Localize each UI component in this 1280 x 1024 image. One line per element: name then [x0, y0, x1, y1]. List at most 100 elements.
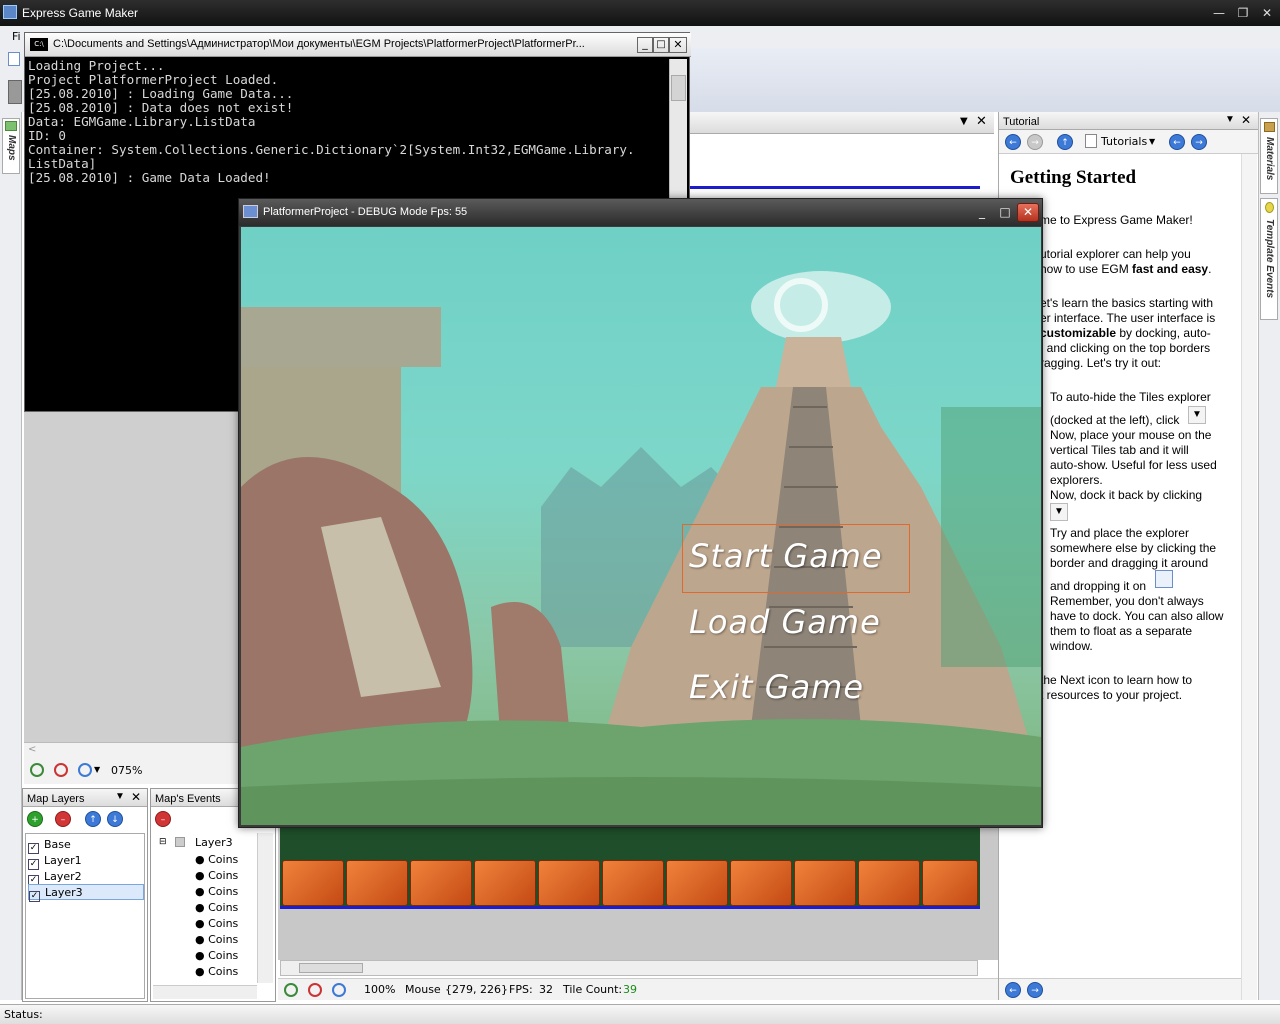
zoom-reset-icon[interactable] — [78, 763, 92, 777]
layer-node-icon — [175, 837, 185, 847]
new-file-icon[interactable] — [8, 52, 20, 66]
map-doc-header: ▼ ✕ — [690, 112, 994, 134]
database-icon[interactable] — [8, 80, 22, 104]
layer-checkbox[interactable]: ✓ — [28, 843, 39, 854]
file-menu[interactable]: Fi — [12, 30, 21, 43]
event-item[interactable]: ● Coins — [195, 869, 238, 882]
event-item[interactable]: ● Coins — [195, 965, 238, 978]
tutorials-dropdown[interactable]: Tutorials — [1101, 135, 1147, 148]
tutorial-step: Now, place your mouse on the — [1050, 428, 1212, 442]
zoom-reset-icon[interactable] — [332, 983, 346, 997]
console-maximize-button[interactable]: □ — [653, 37, 669, 53]
dropdown-arrow-icon[interactable]: ▼ — [1149, 137, 1155, 146]
event-item[interactable]: ● Coins — [195, 933, 238, 946]
app-title: Express Game Maker — [22, 6, 139, 20]
temple-background — [241, 271, 1041, 825]
tutorial-step: vertical Tiles tab and it will — [1050, 443, 1189, 457]
materials-tab[interactable]: Materials — [1260, 118, 1278, 194]
maps-tab[interactable]: Maps — [2, 118, 20, 174]
tutorial-step: explorers. — [1050, 473, 1103, 487]
map-layers-header: Map Layers ▼ ✕ — [23, 789, 147, 807]
home-up-icon[interactable]: ↑ — [1057, 134, 1073, 150]
layers-close-icon[interactable]: ✕ — [131, 790, 141, 804]
doc-close-icon[interactable]: ✕ — [976, 114, 987, 129]
map-hscroll-thumb[interactable] — [299, 963, 363, 973]
prev-page-icon[interactable]: ← — [1005, 982, 1021, 998]
minimize-button[interactable]: — — [1208, 4, 1230, 22]
event-item[interactable]: ● Coins — [195, 917, 238, 930]
tutorial-close-icon[interactable]: ✕ — [1241, 113, 1251, 127]
tutorial-step: Now, dock it back by clicking — [1050, 488, 1203, 502]
console-vscroll-thumb[interactable] — [671, 75, 686, 101]
left-hscroll[interactable]: < — [24, 742, 238, 758]
events-vscroll[interactable] — [257, 833, 273, 983]
tutorial-step: have to dock. You can also allow — [1050, 609, 1224, 623]
document-tabs-strip — [690, 48, 1280, 112]
console-close-button[interactable]: ✕ — [669, 37, 687, 53]
zoom-in-icon[interactable] — [284, 983, 298, 997]
tile-count-label: Tile Count: — [563, 983, 623, 996]
dropdown-arrow-icon[interactable]: ▼ — [960, 116, 968, 127]
layer-checkbox[interactable]: ✓ — [28, 859, 39, 870]
ground-tile — [282, 860, 344, 906]
game-titlebar[interactable]: PlatformerProject - DEBUG Mode Fps: 55 _… — [239, 199, 1042, 226]
pin-icon[interactable]: ▼ — [115, 791, 125, 802]
map-hscroll[interactable] — [280, 960, 978, 976]
events-root[interactable]: Layer3 — [195, 836, 233, 849]
start-game-menu-item[interactable]: Start Game — [689, 537, 883, 575]
app-titlebar[interactable]: Express Game Maker — ❐ ✕ — [0, 0, 1280, 26]
exit-game-menu-item[interactable]: Exit Game — [689, 668, 864, 706]
console-icon: C:\ — [30, 38, 48, 51]
add-layer-icon[interactable]: + — [27, 811, 43, 827]
zoom-out-icon[interactable] — [308, 983, 322, 997]
game-close-button[interactable]: ✕ — [1017, 203, 1039, 222]
load-game-menu-item[interactable]: Load Game — [689, 603, 881, 641]
game-window[interactable]: PlatformerProject - DEBUG Mode Fps: 55 _… — [238, 198, 1043, 828]
layer-item[interactable]: ✓ Base — [28, 838, 71, 854]
events-hscroll[interactable] — [153, 985, 257, 999]
layer-item[interactable]: ✓ Layer1 — [28, 854, 82, 870]
template-events-tab[interactable]: Template Events — [1260, 198, 1278, 320]
forward-icon[interactable]: → — [1027, 134, 1043, 150]
zoom-in-icon[interactable] — [30, 763, 44, 777]
layers-list: ✓ Base ✓ Layer1 ✓ Layer2 ✓ Layer3 — [25, 833, 145, 999]
maximize-button[interactable]: ❐ — [1232, 4, 1254, 22]
tutorial-p3d: , and clicking on the top borders — [1040, 341, 1211, 355]
tutorial-toolbar: ← → ↑ Tutorials ▼ ← → — [999, 130, 1258, 154]
game-icon — [243, 205, 258, 218]
game-minimize-button[interactable]: _ — [971, 203, 993, 222]
layer-checkbox[interactable]: ✓ — [29, 891, 40, 902]
tutorial-heading: Getting Started — [1010, 167, 1137, 188]
console-titlebar[interactable]: C:\ C:\Documents and Settings\Администра… — [25, 33, 691, 57]
left-dock-strip — [0, 112, 22, 1000]
move-down-icon[interactable]: ↓ — [107, 811, 123, 827]
status-bar: Status: — [0, 1004, 1280, 1024]
layer-item-selected[interactable]: ✓ Layer3 — [28, 884, 144, 902]
remove-event-icon[interactable]: – — [155, 811, 171, 827]
next-icon[interactable]: → — [1191, 134, 1207, 150]
tutorial-p2a: utorial explorer can help you — [1040, 247, 1191, 261]
prev-icon[interactable]: ← — [1169, 134, 1185, 150]
event-item[interactable]: ● Coins — [195, 853, 238, 866]
move-up-icon[interactable]: ↑ — [85, 811, 101, 827]
tree-expand-icon[interactable]: ⊟ — [159, 837, 167, 847]
pin-icon[interactable]: ▼ — [1225, 114, 1235, 125]
console-minimize-button[interactable]: _ — [637, 37, 653, 53]
event-item[interactable]: ● Coins — [195, 901, 238, 914]
zoom-out-icon[interactable] — [54, 763, 68, 777]
ground-tile — [794, 860, 856, 906]
tutorial-step: window. — [1050, 639, 1093, 653]
game-scene[interactable]: Start Game Load Game Exit Game — [241, 227, 1041, 825]
map-canvas[interactable] — [280, 828, 980, 958]
tutorial-vscroll[interactable] — [1241, 154, 1257, 1000]
back-icon[interactable]: ← — [1005, 134, 1021, 150]
next-page-icon[interactable]: → — [1027, 982, 1043, 998]
event-item[interactable]: ● Coins — [195, 885, 238, 898]
zoom-dropdown-icon[interactable]: ▼ — [94, 765, 100, 774]
event-item[interactable]: ● Coins — [195, 949, 238, 962]
game-maximize-button[interactable]: □ — [994, 203, 1016, 222]
tutorial-step: To auto-hide the Tiles explorer — [1050, 390, 1211, 404]
remove-layer-icon[interactable]: – — [55, 811, 71, 827]
close-button[interactable]: ✕ — [1256, 4, 1278, 22]
scroll-left-icon[interactable]: < — [28, 744, 36, 755]
